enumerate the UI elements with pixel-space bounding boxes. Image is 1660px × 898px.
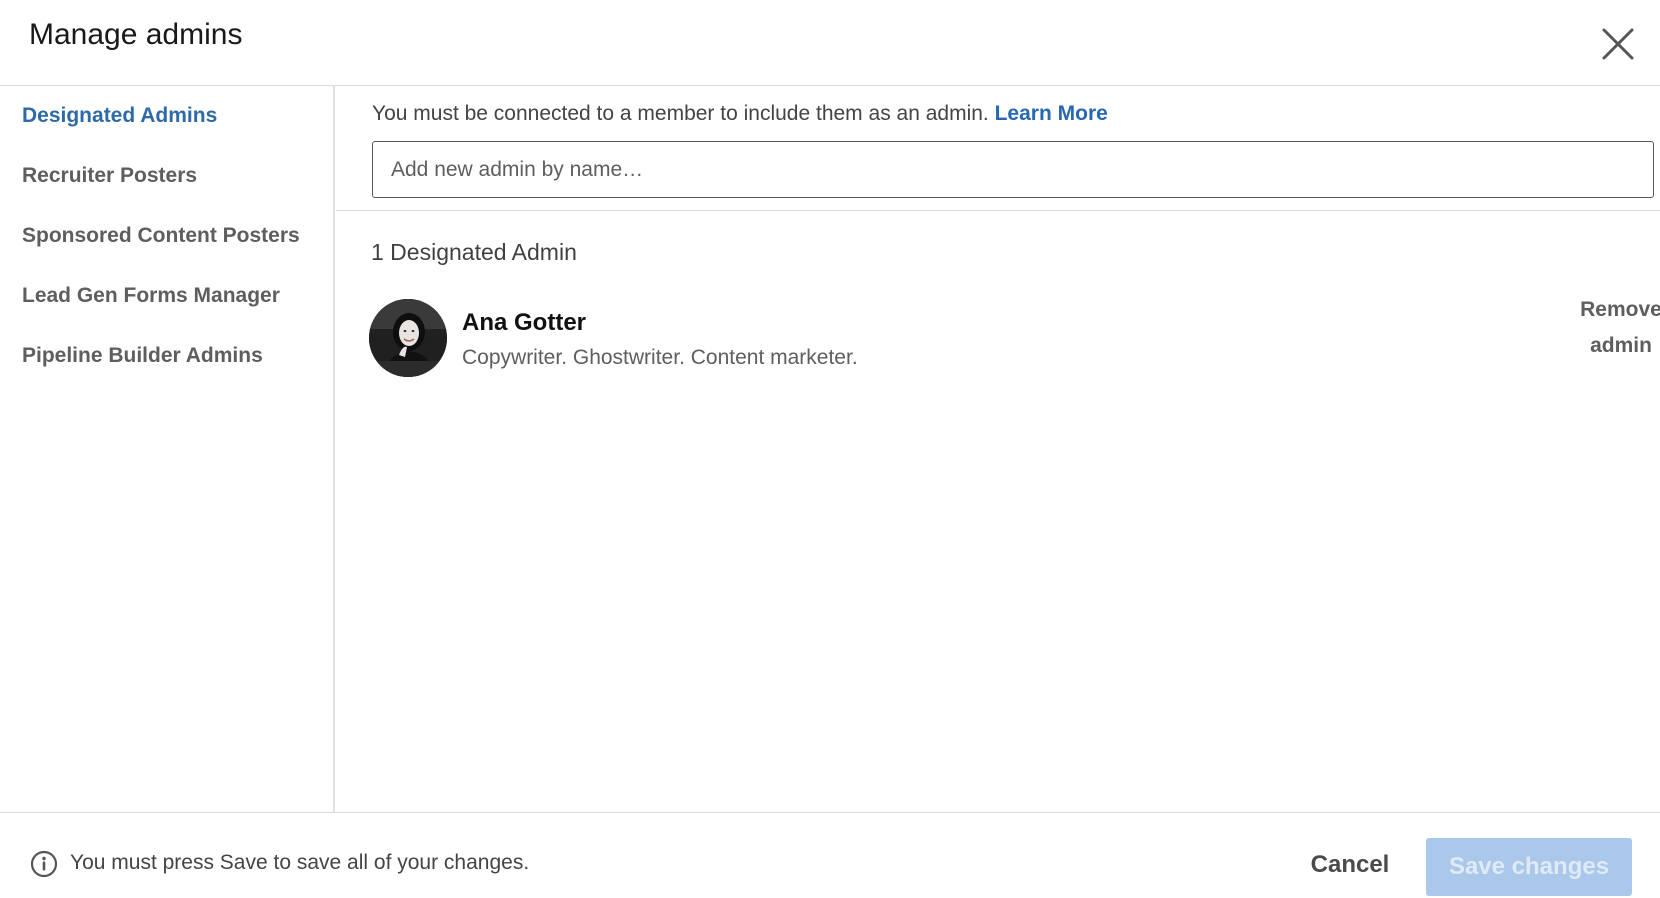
close-button[interactable]: [1598, 24, 1638, 64]
connection-notice-text: You must be connected to a member to inc…: [372, 102, 989, 125]
admin-list-item: Ana Gotter Copywriter. Ghostwriter. Cont…: [369, 298, 1660, 379]
remove-admin-button[interactable]: Remove admin: [1566, 292, 1660, 364]
sidebar-item-lead-gen-forms-manager[interactable]: Lead Gen Forms Manager: [22, 284, 280, 308]
cancel-button[interactable]: Cancel: [1300, 845, 1400, 885]
avatar: [369, 299, 447, 377]
close-icon: [1602, 28, 1634, 60]
modal-title: Manage admins: [29, 18, 243, 51]
modal-footer: You must press Save to save all of your …: [0, 812, 1660, 898]
save-reminder-text: You must press Save to save all of your …: [70, 851, 530, 874]
sidebar-item-recruiter-posters[interactable]: Recruiter Posters: [22, 164, 197, 188]
admin-count-label: 1 Designated Admin: [371, 239, 577, 265]
learn-more-link[interactable]: Learn More: [995, 102, 1108, 125]
sidebar-item-sponsored-content-posters[interactable]: Sponsored Content Posters: [22, 224, 300, 248]
remove-admin-label-line1: Remove: [1580, 298, 1660, 321]
sidebar-item-pipeline-builder-admins[interactable]: Pipeline Builder Admins: [22, 344, 263, 368]
add-admin-search-input[interactable]: [372, 141, 1654, 198]
divider: [336, 210, 1660, 211]
admin-type-sidebar: Designated Admins Recruiter Posters Spon…: [0, 86, 335, 812]
admin-panel: You must be connected to a member to inc…: [336, 86, 1660, 812]
admin-name[interactable]: Ana Gotter: [462, 309, 586, 337]
modal-header: Manage admins: [0, 0, 1660, 86]
manage-admins-modal: Manage admins Designated Admins Recruite…: [0, 0, 1660, 898]
sidebar-item-designated-admins[interactable]: Designated Admins: [22, 104, 217, 128]
save-changes-button[interactable]: Save changes: [1426, 838, 1632, 896]
admin-headline: Copywriter. Ghostwriter. Content markete…: [462, 346, 858, 369]
remove-admin-label-line2: admin: [1590, 334, 1652, 357]
connection-notice: You must be connected to a member to inc…: [372, 102, 1108, 126]
info-icon: [30, 850, 58, 878]
